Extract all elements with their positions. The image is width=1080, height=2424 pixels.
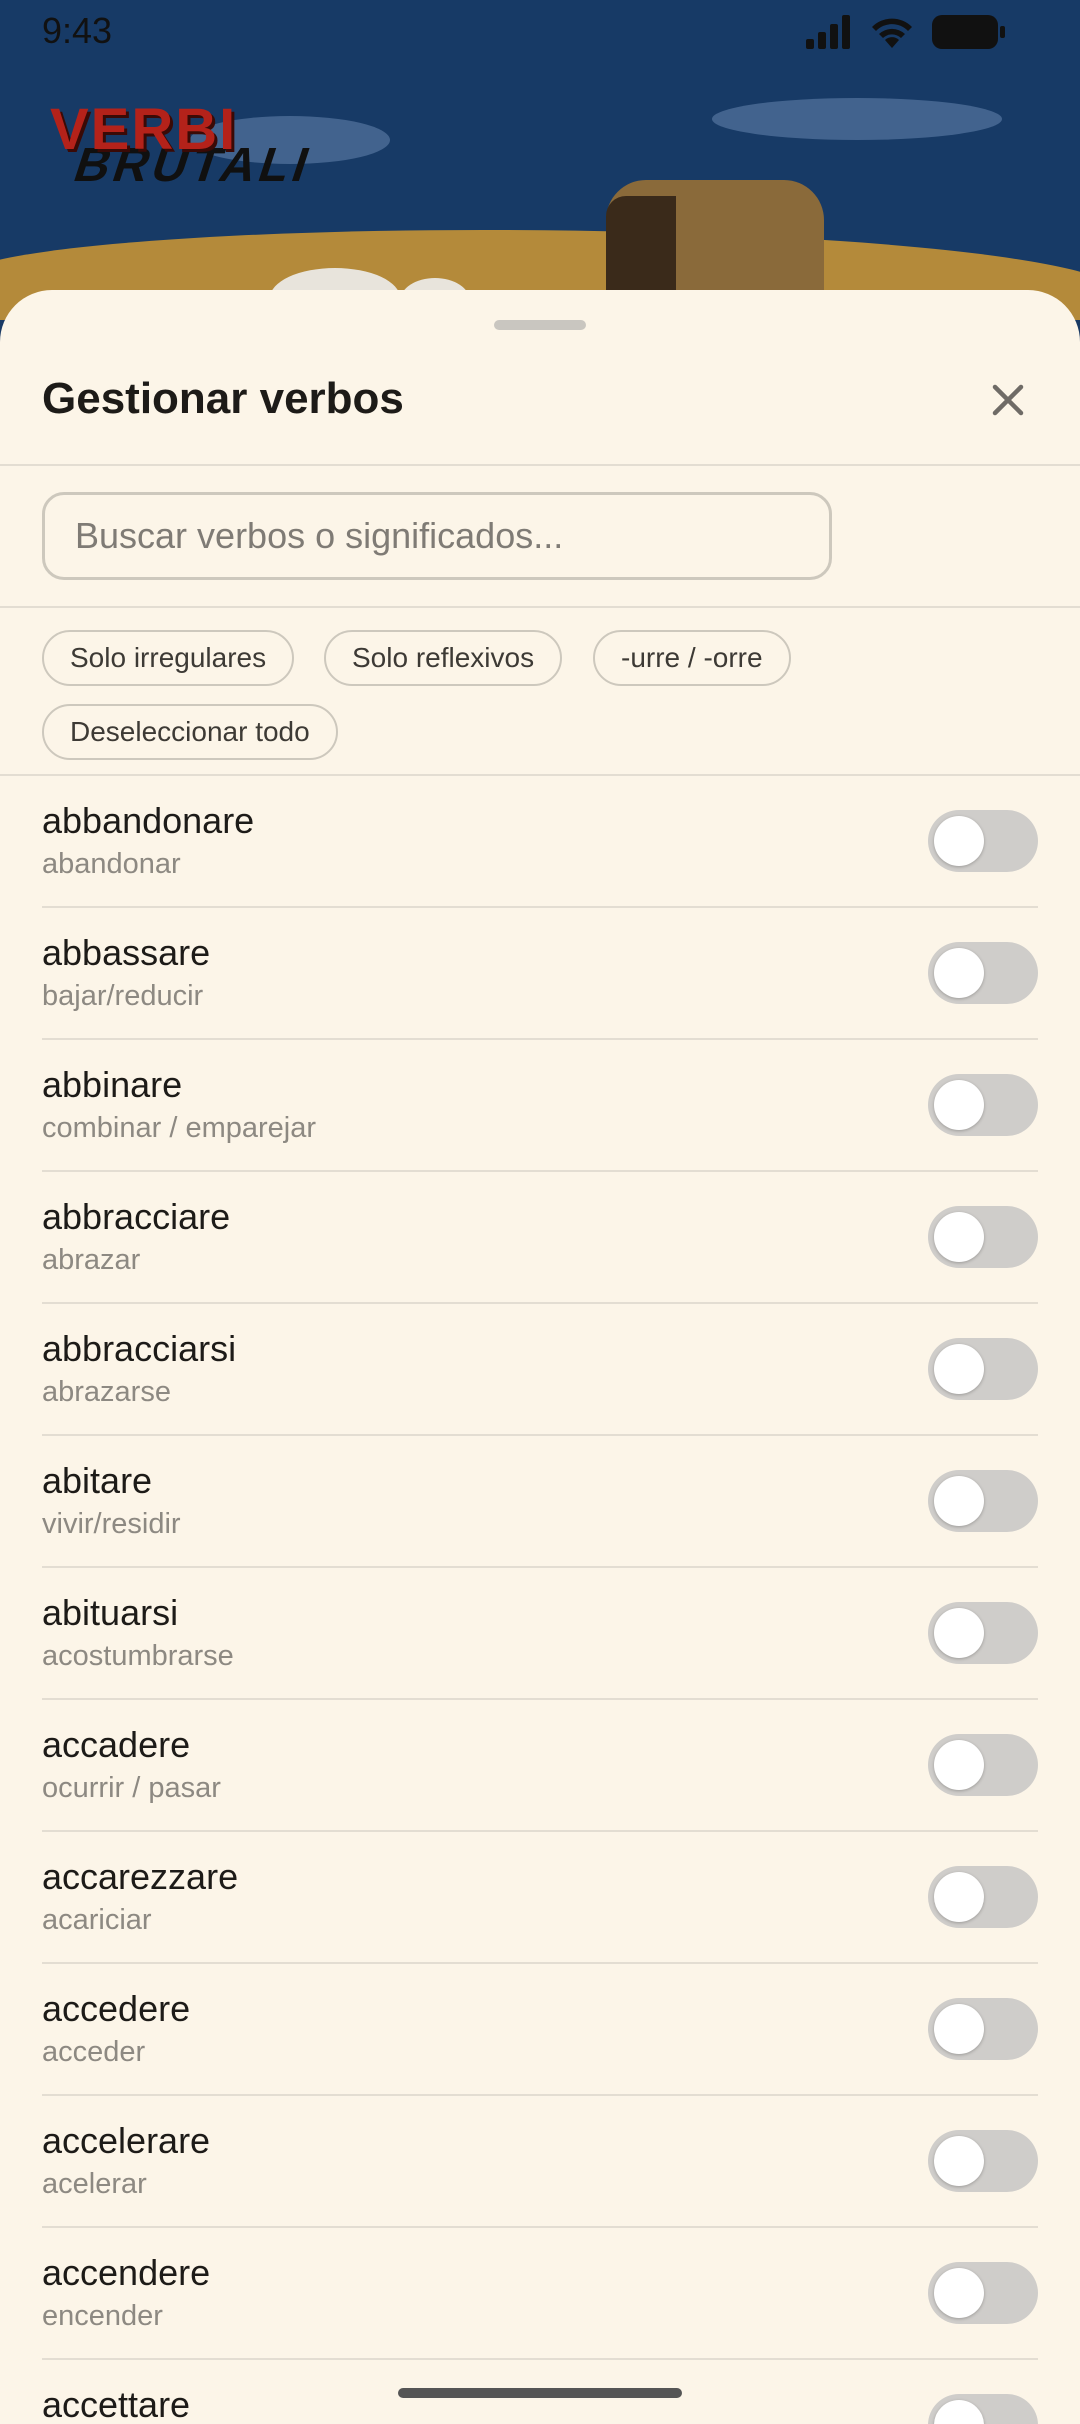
verb-name: abbinare: [42, 1064, 183, 1105]
verb-toggle[interactable]: [928, 1866, 1038, 1928]
verb-toggle[interactable]: [928, 1470, 1038, 1532]
verb-row[interactable]: accarezzare acariciar: [0, 1832, 1080, 1964]
verb-meaning: acelerar: [42, 2168, 147, 2200]
verb-name: accendere: [42, 2252, 211, 2293]
toggle-knob: [934, 948, 984, 998]
verb-meaning: ocurrir / pasar: [42, 1772, 221, 1804]
cloud: [712, 98, 1002, 140]
filter-chip-irregular[interactable]: Solo irregulares: [42, 630, 295, 686]
close-icon: [992, 384, 1024, 416]
verb-row[interactable]: abituarsi acostumbrarse: [0, 1568, 1080, 1700]
battery-icon: [932, 15, 1005, 49]
cellular-signal-icon: [806, 15, 850, 49]
toggle-knob: [934, 1344, 984, 1394]
verb-name: abbassare: [42, 932, 211, 973]
verb-meaning: abandonar: [42, 848, 181, 880]
verb-toggle[interactable]: [928, 1998, 1038, 2060]
verb-toggle[interactable]: [928, 942, 1038, 1004]
verb-row[interactable]: abbassare bajar/reducir: [0, 908, 1080, 1040]
logo-title: VERBI: [50, 97, 238, 162]
sheet-drag-handle[interactable]: [494, 320, 586, 330]
verb-name: accelerare: [42, 2120, 211, 2161]
verb-list: abbandonare abandonar abbassare bajar/reduc…: [0, 776, 1080, 2424]
toggle-knob: [934, 1476, 984, 1526]
verb-toggle[interactable]: [928, 1602, 1038, 1664]
app-logo: BRUTALI VERBI: [50, 96, 320, 196]
verb-toggle[interactable]: [928, 2130, 1038, 2192]
toggle-knob: [934, 1740, 984, 1790]
verb-row[interactable]: accendere encender: [0, 2228, 1080, 2360]
verb-name: accettare: [42, 2384, 191, 2424]
status-icons: [806, 14, 1006, 50]
filter-chip-reflexive[interactable]: Solo reflexivos: [324, 630, 563, 686]
verb-row[interactable]: abitare vivir/residir: [0, 1436, 1080, 1568]
wifi-icon: [872, 18, 912, 48]
toggle-knob: [934, 2004, 984, 2054]
verb-meaning: abrazarse: [42, 1376, 171, 1408]
verb-name: abbandonare: [42, 800, 255, 841]
verb-name: accedere: [42, 1988, 191, 2029]
status-bar: 9:43: [0, 0, 1080, 62]
sheet-header: Gestionar verbos: [0, 350, 1080, 464]
verb-toggle[interactable]: [928, 2262, 1038, 2324]
verb-row[interactable]: accedere acceder: [0, 1964, 1080, 2096]
verb-meaning: vivir/residir: [42, 1508, 181, 1540]
verb-toggle[interactable]: [928, 1734, 1038, 1796]
verb-name: abbracciarsi: [42, 1328, 237, 1369]
verb-row[interactable]: abbandonare abandonar: [0, 776, 1080, 908]
sheet-title: Gestionar verbos: [42, 374, 404, 423]
verb-name: accadere: [42, 1724, 191, 1765]
toggle-knob: [934, 1212, 984, 1262]
verb-meaning: acceder: [42, 2036, 146, 2068]
verb-name: abbracciare: [42, 1196, 231, 1237]
toggle-knob: [934, 2400, 984, 2424]
verb-row[interactable]: accadere ocurrir / pasar: [0, 1700, 1080, 1832]
deselect-all-chip[interactable]: Deseleccionar todo: [42, 704, 338, 760]
divider: [0, 606, 1080, 608]
status-time: 9:43: [42, 10, 113, 51]
verb-toggle[interactable]: [928, 1074, 1038, 1136]
verb-meaning: abrazar: [42, 1244, 141, 1276]
verb-row[interactable]: abbinare combinar / emparejar: [0, 1040, 1080, 1172]
manage-verbs-sheet: Gestionar verbos Solo irregulares Solo r…: [0, 290, 1080, 2424]
verb-row[interactable]: abbracciare abrazar: [0, 1172, 1080, 1304]
verb-row[interactable]: accelerare acelerar: [0, 2096, 1080, 2228]
verb-toggle[interactable]: [928, 1206, 1038, 1268]
verb-toggle[interactable]: [928, 1338, 1038, 1400]
toggle-knob: [934, 2136, 984, 2186]
verb-meaning: encender: [42, 2300, 163, 2332]
verb-name: abituarsi: [42, 1592, 179, 1633]
toggle-knob: [934, 1872, 984, 1922]
verb-toggle[interactable]: [928, 810, 1038, 872]
toggle-knob: [934, 816, 984, 866]
verb-meaning: acariciar: [42, 1904, 152, 1936]
search-input[interactable]: [42, 492, 832, 580]
verb-meaning: bajar/reducir: [42, 980, 204, 1012]
toggle-knob: [934, 2268, 984, 2318]
divider: [0, 464, 1080, 466]
close-button[interactable]: [978, 370, 1038, 430]
verb-meaning: combinar / emparejar: [42, 1112, 316, 1144]
home-indicator[interactable]: [398, 2388, 682, 2398]
toggle-knob: [934, 1608, 984, 1658]
verb-meaning: acostumbrarse: [42, 1640, 234, 1672]
verb-name: accarezzare: [42, 1856, 239, 1897]
toggle-knob: [934, 1080, 984, 1130]
verb-name: abitare: [42, 1460, 153, 1501]
verb-row[interactable]: abbracciarsi abrazarse: [0, 1304, 1080, 1436]
search-container: [42, 492, 832, 580]
filter-chip-urre-orre[interactable]: -urre / -orre: [593, 630, 791, 686]
verb-toggle[interactable]: [928, 2394, 1038, 2424]
